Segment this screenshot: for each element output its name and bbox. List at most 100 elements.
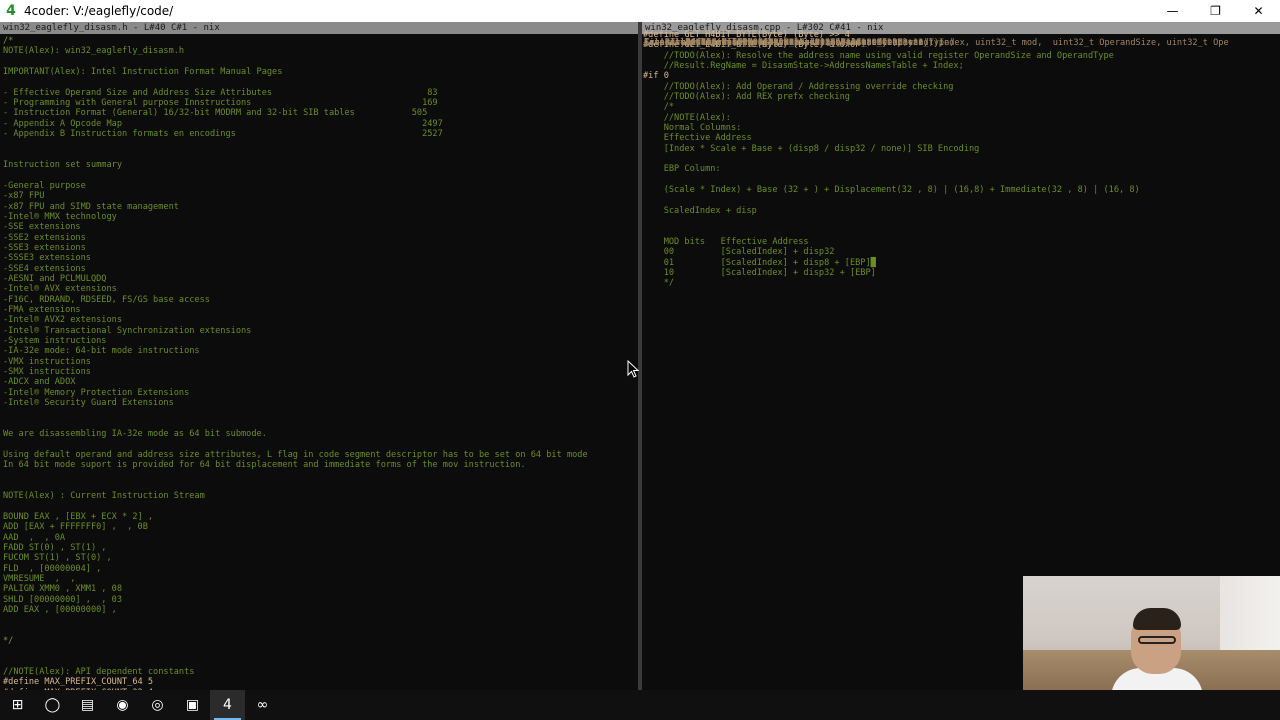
- code-line[interactable]: - Appendix A Opcode Map 2497: [3, 119, 638, 129]
- start-button[interactable]: ⊞: [0, 690, 35, 720]
- code-line[interactable]: BOUND EAX , [EBX + ECX * 2] ,: [3, 512, 638, 522]
- code-line[interactable]: [3, 57, 638, 67]
- minimize-button[interactable]: —: [1151, 0, 1194, 22]
- code-line[interactable]: -Intel® Security Guard Extensions: [3, 398, 638, 408]
- code-line[interactable]: /*: [643, 102, 1280, 112]
- code-line[interactable]: uint32_t mod = (MODRMByte >> 6) & 0x3;: [644, 38, 1280, 48]
- code-line[interactable]: -VMX instructions: [3, 357, 638, 367]
- code-line[interactable]: ADD [EAX + FFFFFFF0] , , 0B: [3, 522, 638, 532]
- code-line[interactable]: */: [3, 636, 638, 646]
- chrome-button[interactable]: ◉: [105, 690, 140, 720]
- close-button[interactable]: ✕: [1237, 0, 1280, 22]
- left-code-buffer[interactable]: /* NOTE(Alex): win32_eaglefly_disasm.h IMP…: [3, 36, 638, 690]
- cortana-button[interactable]: ◯: [35, 690, 70, 720]
- code-line[interactable]: -SSE4 extensions: [3, 264, 638, 274]
- code-line[interactable]: [643, 216, 1280, 226]
- code-line[interactable]: MOD bits Effective Address: [643, 237, 1280, 247]
- window-title-bar[interactable]: 4 4coder: V:/eaglefly/code/ — ❐ ✕: [0, 0, 1280, 22]
- code-line[interactable]: FADD ST(0) , ST(1) ,: [3, 543, 638, 553]
- code-line[interactable]: [643, 227, 1280, 237]
- code-line[interactable]: 00 [ScaledIndex] + disp32: [643, 247, 1280, 257]
- left-editor-pane[interactable]: win32_eaglefly_disasm.h - L#40 C#1 - nix…: [0, 22, 638, 690]
- code-line[interactable]: We are disassembling IA-32e mode as 64 b…: [3, 429, 638, 439]
- code-line[interactable]: - Programming with General purpose Innst…: [3, 98, 638, 108]
- code-line[interactable]: [3, 408, 638, 418]
- code-line[interactable]: EBP Column:: [643, 164, 1280, 174]
- code-line[interactable]: [3, 646, 638, 656]
- code-line[interactable]: - Appendix B Instruction formats en enco…: [3, 129, 638, 139]
- code-line[interactable]: -Intel® MMX technology: [3, 212, 638, 222]
- code-line[interactable]: //TODO(Alex): Resolve the address name u…: [643, 51, 1280, 61]
- code-line[interactable]: [3, 481, 638, 491]
- code-line[interactable]: Using default operand and address size a…: [3, 450, 638, 460]
- code-line[interactable]: VMRESUME , ,: [3, 574, 638, 584]
- code-line[interactable]: //NOTE(Alex): API dependent constants: [3, 667, 638, 677]
- code-line[interactable]: - Instruction Format (General) 16/32-bit…: [3, 108, 638, 118]
- code-line[interactable]: -ADCX and ADOX: [3, 377, 638, 387]
- code-line[interactable]: [3, 657, 638, 667]
- code-line[interactable]: /*: [3, 36, 638, 46]
- obs-button[interactable]: ◎: [140, 690, 175, 720]
- code-line[interactable]: -SSE extensions: [3, 222, 638, 232]
- code-line[interactable]: -F16C, RDRAND, RDSEED, FS/GS base access: [3, 295, 638, 305]
- code-line[interactable]: [3, 615, 638, 625]
- code-line[interactable]: #if 0: [643, 71, 1280, 81]
- code-line[interactable]: -Intel® AVX extensions: [3, 284, 638, 294]
- 4coder-button[interactable]: 4: [210, 690, 245, 720]
- code-line[interactable]: -Intel® Transactional Synchronization ex…: [3, 326, 638, 336]
- visual-studio-button[interactable]: ∞: [245, 690, 280, 720]
- code-line[interactable]: Effective Address: [643, 133, 1280, 143]
- code-line[interactable]: -System instructions: [3, 336, 638, 346]
- code-line[interactable]: NOTE(Alex): win32_eaglefly_disasm.h: [3, 46, 638, 56]
- code-line[interactable]: [3, 439, 638, 449]
- code-line[interactable]: ADD EAX , [00000000] ,: [3, 605, 638, 615]
- code-line[interactable]: AAD , , 0A: [3, 533, 638, 543]
- code-line[interactable]: [3, 150, 638, 160]
- code-line[interactable]: Normal Columns:: [643, 123, 1280, 133]
- code-line[interactable]: -General purpose: [3, 181, 638, 191]
- code-line[interactable]: -SMX instructions: [3, 367, 638, 377]
- code-line[interactable]: -Intel® Memory Protection Extensions: [3, 388, 638, 398]
- code-line[interactable]: FLD , [00000004] ,: [3, 564, 638, 574]
- code-line[interactable]: //TODO(Alex): Add Operand / Addressing o…: [643, 82, 1280, 92]
- code-line[interactable]: [3, 139, 638, 149]
- code-line[interactable]: ScaledIndex + disp: [643, 206, 1280, 216]
- file-explorer-button[interactable]: ▤: [70, 690, 105, 720]
- right-code-buffer[interactable]: Mask = MakeMask(MaskCount); Result = (Va…: [643, 30, 1280, 289]
- code-line[interactable]: [3, 470, 638, 480]
- code-line[interactable]: PALIGN XMM0 , XMM1 , 08: [3, 584, 638, 594]
- code-line[interactable]: In 64 bit mode suport is provided for 64…: [3, 460, 638, 470]
- terminal-button[interactable]: ▣: [175, 690, 210, 720]
- code-line[interactable]: //Result.RegName = DisasmState->AddressN…: [643, 61, 1280, 71]
- code-line[interactable]: [3, 77, 638, 87]
- code-line[interactable]: FUCOM ST(1) , ST(0) ,: [3, 553, 638, 563]
- code-line[interactable]: [Index * Scale + Base + (disp8 / disp32 …: [643, 144, 1280, 154]
- code-line[interactable]: -IA-32e mode: 64-bit mode instructions: [3, 346, 638, 356]
- code-line[interactable]: [643, 175, 1280, 185]
- code-line[interactable]: //TODO(Alex): Add REX prefx checking: [643, 92, 1280, 102]
- code-line[interactable]: Instruction set summary: [3, 160, 638, 170]
- code-line[interactable]: [3, 626, 638, 636]
- code-line[interactable]: NOTE(Alex) : Current Instruction Stream: [3, 491, 638, 501]
- code-line[interactable]: [643, 154, 1280, 164]
- code-line[interactable]: -FMA extensions: [3, 305, 638, 315]
- code-line[interactable]: [3, 419, 638, 429]
- code-line[interactable]: -SSE2 extensions: [3, 233, 638, 243]
- code-line[interactable]: */: [643, 278, 1280, 288]
- code-line[interactable]: -x87 FPU: [3, 191, 638, 201]
- code-line[interactable]: -SSSE3 extensions: [3, 253, 638, 263]
- restore-button[interactable]: ❐: [1194, 0, 1237, 22]
- code-line[interactable]: [3, 501, 638, 511]
- code-line[interactable]: //NOTE(Alex):: [643, 113, 1280, 123]
- code-line[interactable]: [643, 196, 1280, 206]
- code-line[interactable]: [3, 170, 638, 180]
- code-line[interactable]: #define MAX_PREFIX_COUNT_64 5: [3, 677, 638, 687]
- code-line[interactable]: -x87 FPU and SIMD state management: [3, 202, 638, 212]
- code-line[interactable]: - Effective Operand Size and Address Siz…: [3, 88, 638, 98]
- code-line[interactable]: 01 [ScaledIndex] + disp8 + [EBP]█: [643, 258, 1280, 268]
- code-line[interactable]: -SSE3 extensions: [3, 243, 638, 253]
- code-line[interactable]: SHLD [00000000] , , 03: [3, 595, 638, 605]
- code-line[interactable]: 10 [ScaledIndex] + disp32 + [EBP]: [643, 268, 1280, 278]
- code-line[interactable]: -AESNI and PCLMULQDQ: [3, 274, 638, 284]
- code-line[interactable]: -Intel® AVX2 extensions: [3, 315, 638, 325]
